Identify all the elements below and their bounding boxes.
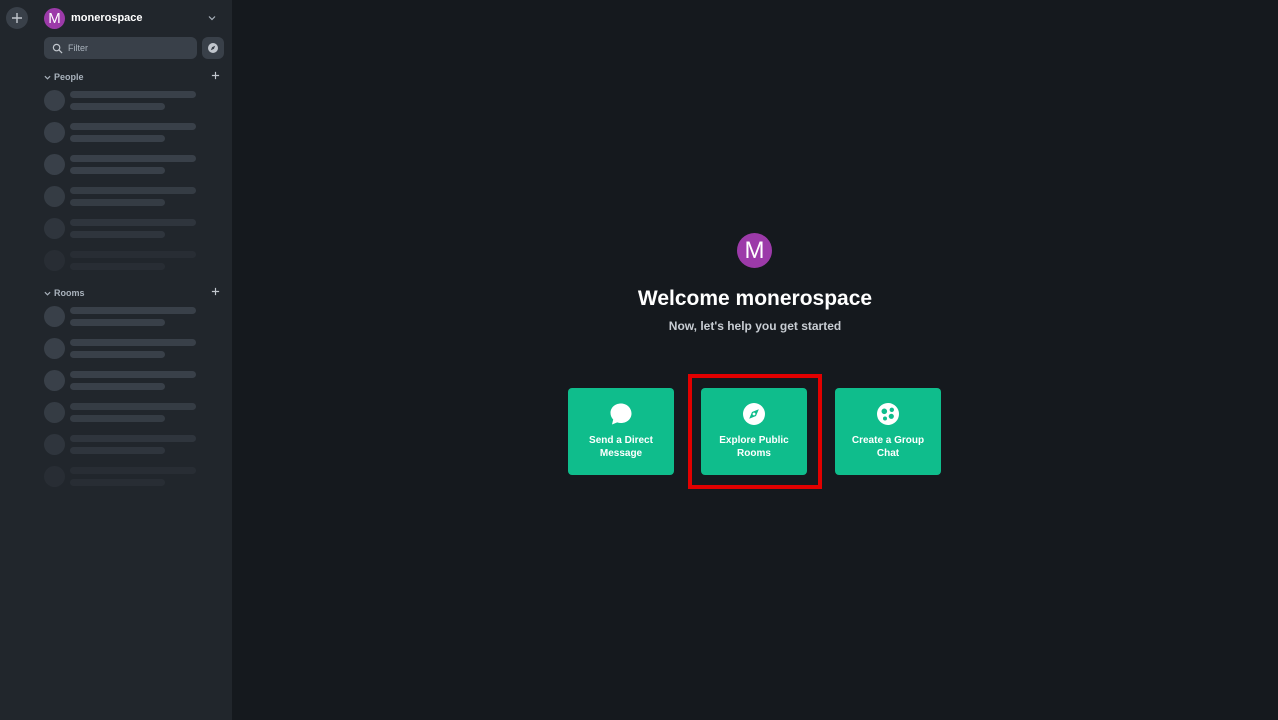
loading-placeholder bbox=[44, 304, 228, 332]
compass-icon bbox=[208, 43, 218, 53]
page-subtitle: Now, let's help you get started bbox=[668, 319, 842, 333]
room-list-sidebar: M monerospace People Rooms bbox=[38, 0, 232, 720]
chat-bubble-icon bbox=[610, 403, 632, 425]
loading-placeholder bbox=[44, 152, 228, 180]
avatar: M bbox=[737, 233, 772, 268]
home-page: M Welcome monerospace Now, let's help yo… bbox=[232, 0, 1278, 720]
highlight-box bbox=[688, 374, 822, 489]
space-bar bbox=[0, 0, 38, 720]
group-icon bbox=[877, 403, 899, 425]
section-label: People bbox=[54, 72, 84, 82]
loading-placeholder bbox=[44, 400, 228, 428]
avatar: M bbox=[44, 7, 65, 29]
filter-input-container[interactable] bbox=[44, 37, 197, 59]
action-label: Send a Direct Message bbox=[589, 435, 653, 459]
plus-icon bbox=[12, 13, 22, 23]
section-header-people[interactable]: People bbox=[44, 70, 226, 84]
section-header-rooms[interactable]: Rooms bbox=[44, 286, 226, 300]
action-label: Create a Group Chat bbox=[851, 435, 925, 459]
loading-placeholder bbox=[44, 248, 228, 276]
loading-placeholder bbox=[44, 88, 228, 116]
search-icon bbox=[52, 43, 63, 54]
plus-icon[interactable] bbox=[211, 287, 220, 296]
create-group-chat-button[interactable]: Create a Group Chat bbox=[835, 388, 941, 475]
send-direct-message-button[interactable]: Send a Direct Message bbox=[568, 388, 674, 475]
loading-placeholder bbox=[44, 216, 228, 244]
page-title: Welcome monerospace bbox=[637, 287, 873, 310]
plus-icon[interactable] bbox=[211, 71, 220, 80]
user-menu[interactable]: M monerospace bbox=[44, 7, 228, 29]
loading-placeholder bbox=[44, 184, 228, 212]
filter-input[interactable] bbox=[68, 43, 188, 53]
loading-placeholder bbox=[44, 336, 228, 364]
create-space-button[interactable] bbox=[6, 7, 28, 29]
loading-placeholder bbox=[44, 432, 228, 460]
explore-rooms-button[interactable] bbox=[202, 37, 224, 59]
user-name: monerospace bbox=[71, 12, 143, 24]
chevron-down-icon bbox=[44, 291, 51, 296]
section-label: Rooms bbox=[54, 288, 85, 298]
chevron-down-icon bbox=[44, 75, 51, 80]
loading-placeholder bbox=[44, 368, 228, 396]
loading-placeholder bbox=[44, 464, 228, 492]
chevron-down-icon bbox=[208, 16, 216, 21]
loading-placeholder bbox=[44, 120, 228, 148]
